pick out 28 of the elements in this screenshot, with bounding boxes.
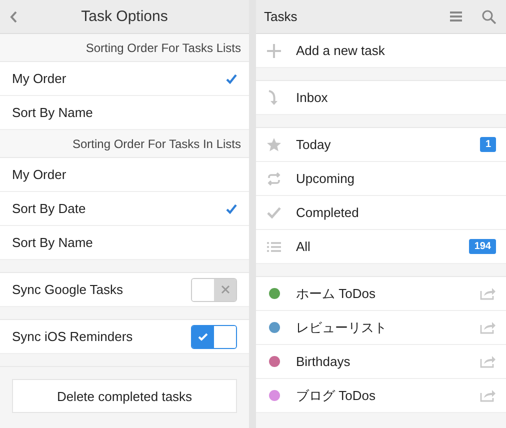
screen-title: Task Options (80, 8, 169, 25)
section-header: Sorting Order For Tasks Lists (86, 40, 241, 54)
toggle-switch[interactable] (191, 278, 237, 302)
list-item[interactable]: Inbox (296, 90, 328, 105)
list-item[interactable]: All (296, 239, 470, 254)
share-icon[interactable] (480, 287, 496, 300)
share-icon[interactable] (480, 355, 496, 368)
count-badge: 1 (480, 137, 496, 152)
star-icon (266, 136, 282, 152)
screen-title: Tasks (264, 9, 298, 24)
checkmark-icon (266, 204, 282, 220)
section-header: Sorting Order For Tasks In Lists (72, 136, 241, 150)
list-item[interactable]: Today (296, 137, 480, 152)
share-icon[interactable] (480, 321, 496, 334)
x-icon (220, 285, 230, 294)
share-icon[interactable] (480, 389, 496, 402)
add-task-field[interactable]: Add a new task (296, 43, 385, 58)
back-icon[interactable] (10, 11, 18, 23)
menu-icon[interactable] (450, 11, 462, 22)
checkmark-icon (198, 332, 208, 340)
plus-icon[interactable] (266, 42, 282, 58)
repeat-icon (266, 170, 282, 186)
search-icon[interactable] (482, 10, 496, 24)
count-badge: 194 (469, 239, 496, 254)
delete-completed-button[interactable]: Delete completed tasks (12, 379, 237, 413)
setting-label: Sync iOS Reminders (12, 329, 134, 344)
toggle-switch[interactable] (191, 324, 237, 348)
setting-label: Sync Google Tasks (12, 282, 124, 297)
